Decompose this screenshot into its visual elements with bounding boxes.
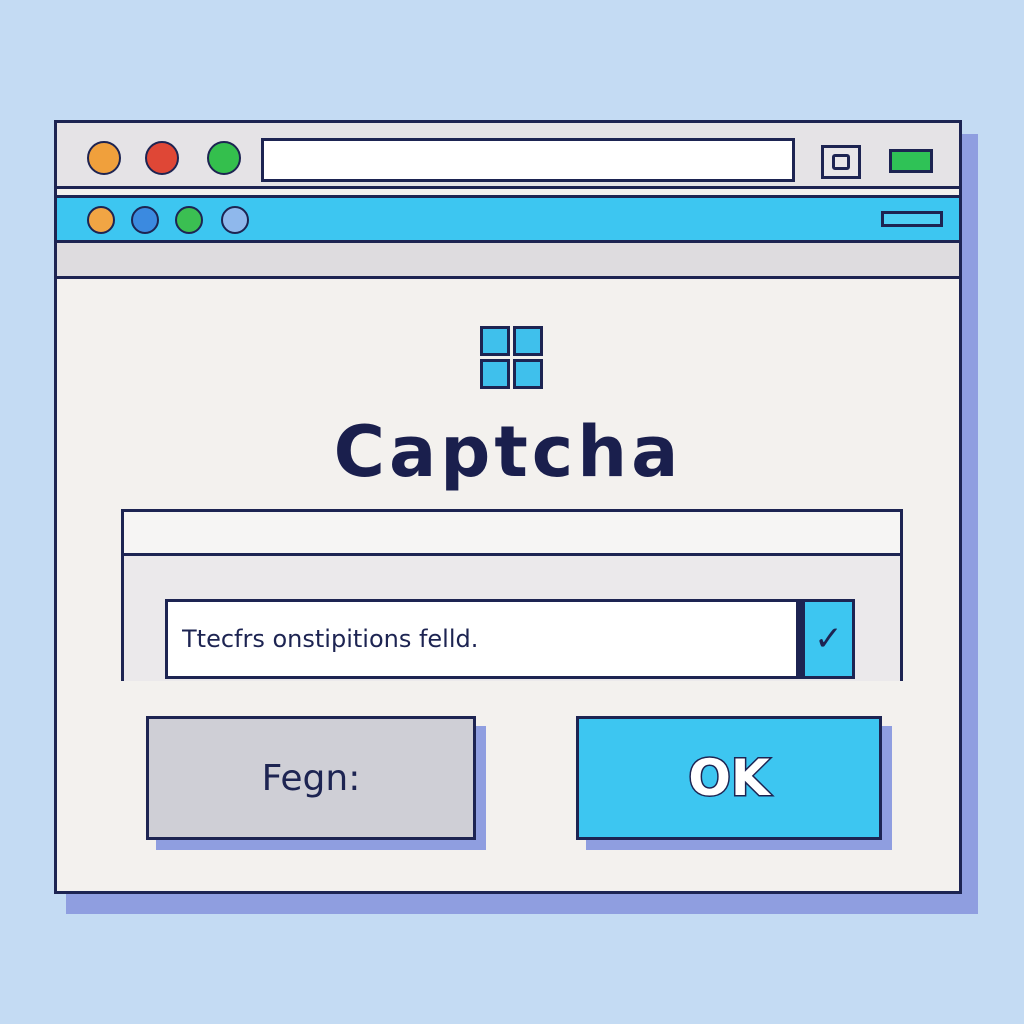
title-bar bbox=[57, 123, 959, 189]
logo-square-tl bbox=[480, 326, 510, 356]
restore-icon bbox=[832, 154, 850, 170]
tab-dot-green[interactable] bbox=[175, 206, 203, 234]
cancel-button-label: Fegn: bbox=[261, 757, 361, 799]
captcha-check-button[interactable]: ✓ bbox=[799, 599, 855, 679]
ok-button-label: OK bbox=[687, 748, 771, 809]
restore-button[interactable] bbox=[821, 145, 861, 179]
maximize-button[interactable] bbox=[889, 149, 933, 173]
checkmark-icon: ✓ bbox=[814, 619, 843, 659]
logo-square-br bbox=[513, 359, 543, 389]
captcha-panel-header bbox=[124, 512, 900, 556]
address-bar-input[interactable] bbox=[261, 138, 795, 182]
captcha-title: Captcha bbox=[333, 411, 683, 493]
tab-bar bbox=[57, 195, 959, 243]
logo-square-bl bbox=[480, 359, 510, 389]
windows-logo-icon bbox=[477, 323, 549, 395]
logo-square-tr bbox=[513, 326, 543, 356]
browser-window: Captcha ✓ Fegn: OK bbox=[54, 120, 962, 894]
tab-dot-orange[interactable] bbox=[87, 206, 115, 234]
tab-dot-lightblue[interactable] bbox=[221, 206, 249, 234]
ok-button[interactable]: OK bbox=[576, 716, 882, 840]
tab-dot-blue[interactable] bbox=[131, 206, 159, 234]
window-dot-red[interactable] bbox=[145, 141, 179, 175]
minimize-button[interactable] bbox=[881, 211, 943, 227]
captcha-input[interactable] bbox=[165, 599, 799, 679]
cancel-button[interactable]: Fegn: bbox=[146, 716, 476, 840]
window-dot-green[interactable] bbox=[207, 141, 241, 175]
toolbar-strip bbox=[57, 243, 959, 279]
window-dot-orange[interactable] bbox=[87, 141, 121, 175]
